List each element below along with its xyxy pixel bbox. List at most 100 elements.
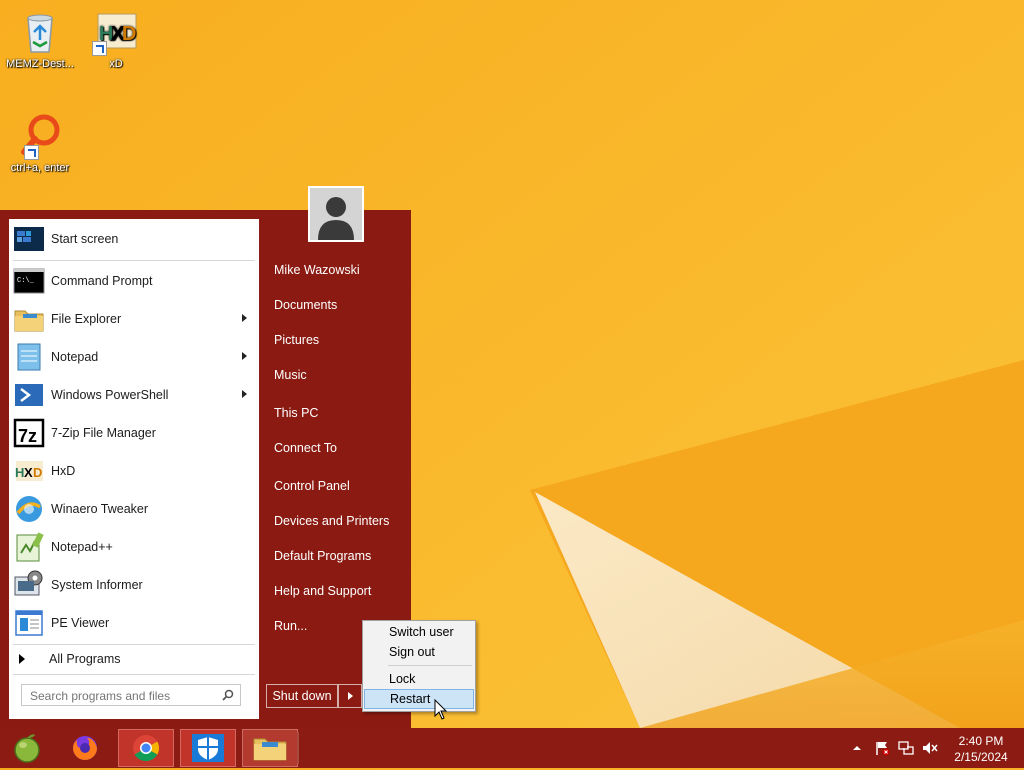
program-7zip[interactable]: 7z 7-Zip File Manager — [9, 415, 259, 451]
pe-viewer-icon — [13, 607, 45, 639]
program-windows-powershell[interactable]: Windows PowerShell — [9, 377, 259, 413]
triangle-right-icon — [19, 654, 25, 664]
taskbar-divider — [297, 732, 299, 764]
separator — [13, 674, 255, 675]
desktop-icon-recycle-bin[interactable]: MEMZ-Dest... — [2, 8, 78, 70]
start-menu: Start screen C:\_ Command Prompt File Ex… — [0, 210, 411, 728]
program-label: System Informer — [51, 578, 143, 592]
system-informer-icon — [13, 569, 45, 601]
taskbar-chrome[interactable] — [118, 729, 174, 767]
show-hidden-icons-icon[interactable] — [852, 743, 862, 753]
search-box[interactable] — [21, 684, 241, 706]
program-system-informer[interactable]: System Informer — [9, 567, 259, 603]
user-avatar[interactable] — [308, 186, 364, 242]
program-label: File Explorer — [51, 312, 122, 326]
start-link-default-programs[interactable]: Default Programs — [274, 545, 371, 567]
desktop-icon-ctrl-a-enter[interactable]: ctrl+a, enter — [2, 112, 78, 174]
menu-separator — [388, 665, 472, 666]
start-link-run[interactable]: Run... — [274, 615, 307, 637]
notepadpp-icon — [13, 531, 45, 563]
taskbar — [0, 728, 1024, 768]
submenu-arrow-icon[interactable] — [242, 390, 247, 398]
program-label: Notepad++ — [51, 540, 113, 554]
desktop-icon-label: MEMZ-Dest... — [6, 58, 74, 70]
program-winaero-tweaker[interactable]: Winaero Tweaker — [9, 491, 259, 527]
hxd-icon: H X D — [92, 8, 140, 56]
program-label: Command Prompt — [51, 274, 153, 288]
taskbar-windows-defender[interactable] — [180, 729, 236, 767]
start-link-this-pc[interactable]: This PC — [274, 402, 318, 424]
program-command-prompt[interactable]: C:\_ Command Prompt — [9, 263, 259, 299]
svg-text:H: H — [15, 465, 24, 480]
start-link-music[interactable]: Music — [274, 364, 307, 386]
magnifier-icon — [16, 112, 64, 160]
winaero-icon — [13, 493, 45, 525]
all-programs-label: All Programs — [49, 652, 121, 666]
file-explorer-icon — [253, 738, 287, 761]
desktop-icon-label: ctrl+a, enter — [10, 162, 70, 174]
program-label: Start screen — [51, 232, 119, 246]
program-label: Notepad — [51, 350, 99, 364]
start-link-pictures[interactable]: Pictures — [274, 329, 319, 351]
submenu-arrow-icon[interactable] — [242, 352, 247, 360]
7zip-icon: 7z — [13, 417, 45, 449]
svg-text:D: D — [33, 465, 42, 480]
taskbar-clock[interactable]: 2:40 PM 2/15/2024 — [948, 733, 1014, 765]
start-menu-programs-panel: Start screen C:\_ Command Prompt File Ex… — [9, 219, 259, 719]
svg-text:D: D — [122, 23, 136, 45]
powershell-icon — [13, 379, 45, 411]
recycle-bin-icon — [16, 8, 64, 56]
folder-icon — [13, 303, 45, 335]
action-center-flag-icon[interactable] — [874, 740, 890, 756]
chrome-icon — [133, 735, 160, 762]
clock-date: 2/15/2024 — [954, 750, 1008, 764]
notepad-icon — [13, 341, 45, 373]
shutdown-options-button[interactable] — [338, 684, 362, 708]
program-label: PE Viewer — [51, 616, 110, 630]
desktop-icon-xd[interactable]: H X D xD — [78, 8, 154, 70]
desktop-icon-label: xD — [109, 58, 123, 70]
program-label: Winaero Tweaker — [51, 502, 149, 516]
shortcut-arrow-icon — [92, 41, 107, 56]
mouse-cursor-icon — [434, 699, 448, 720]
program-file-explorer[interactable]: File Explorer — [9, 301, 259, 337]
start-link-devices-printers[interactable]: Devices and Printers — [274, 510, 389, 532]
program-pe-viewer[interactable]: PE Viewer — [9, 605, 259, 641]
menu-item-lock[interactable]: Lock — [364, 669, 474, 689]
command-prompt-icon: C:\_ — [13, 265, 45, 297]
hxd-icon: HXD — [13, 455, 45, 487]
program-label: HxD — [51, 464, 76, 478]
start-link-connect-to[interactable]: Connect To — [274, 437, 337, 459]
program-notepad[interactable]: Notepad — [9, 339, 259, 375]
defender-icon — [192, 734, 224, 762]
menu-item-sign-out[interactable]: Sign out — [364, 642, 474, 662]
program-label: Windows PowerShell — [51, 388, 169, 402]
user-silhouette-icon — [310, 188, 362, 240]
start-link-control-panel[interactable]: Control Panel — [274, 475, 350, 497]
program-start-screen[interactable]: Start screen — [9, 221, 259, 257]
submenu-arrow-icon[interactable] — [242, 314, 247, 322]
start-link-user[interactable]: Mike Wazowski — [274, 259, 360, 281]
firefox-icon — [73, 736, 97, 760]
menu-item-restart[interactable]: Restart — [364, 689, 474, 709]
clock-time: 2:40 PM — [958, 734, 1004, 748]
separator — [13, 260, 255, 261]
start-orb-icon — [14, 734, 40, 763]
program-label: 7-Zip File Manager — [51, 426, 156, 440]
program-notepad-plus-plus[interactable]: Notepad++ — [9, 529, 259, 565]
start-link-help-support[interactable]: Help and Support — [274, 580, 371, 602]
volume-muted-icon[interactable] — [921, 740, 939, 756]
start-button[interactable] — [0, 729, 56, 767]
search-input[interactable] — [28, 686, 212, 706]
search-icon[interactable] — [222, 689, 234, 701]
network-icon[interactable] — [898, 740, 914, 756]
shortcut-arrow-icon — [24, 145, 39, 160]
svg-text:7z: 7z — [18, 426, 37, 446]
taskbar-firefox[interactable] — [57, 729, 113, 767]
taskbar-file-explorer[interactable] — [242, 729, 298, 767]
shutdown-button[interactable]: Shut down — [266, 684, 338, 708]
all-programs-button[interactable]: All Programs — [9, 647, 259, 671]
start-link-documents[interactable]: Documents — [274, 294, 337, 316]
program-hxd[interactable]: HXD HxD — [9, 453, 259, 489]
menu-item-switch-user[interactable]: Switch user — [364, 622, 474, 642]
